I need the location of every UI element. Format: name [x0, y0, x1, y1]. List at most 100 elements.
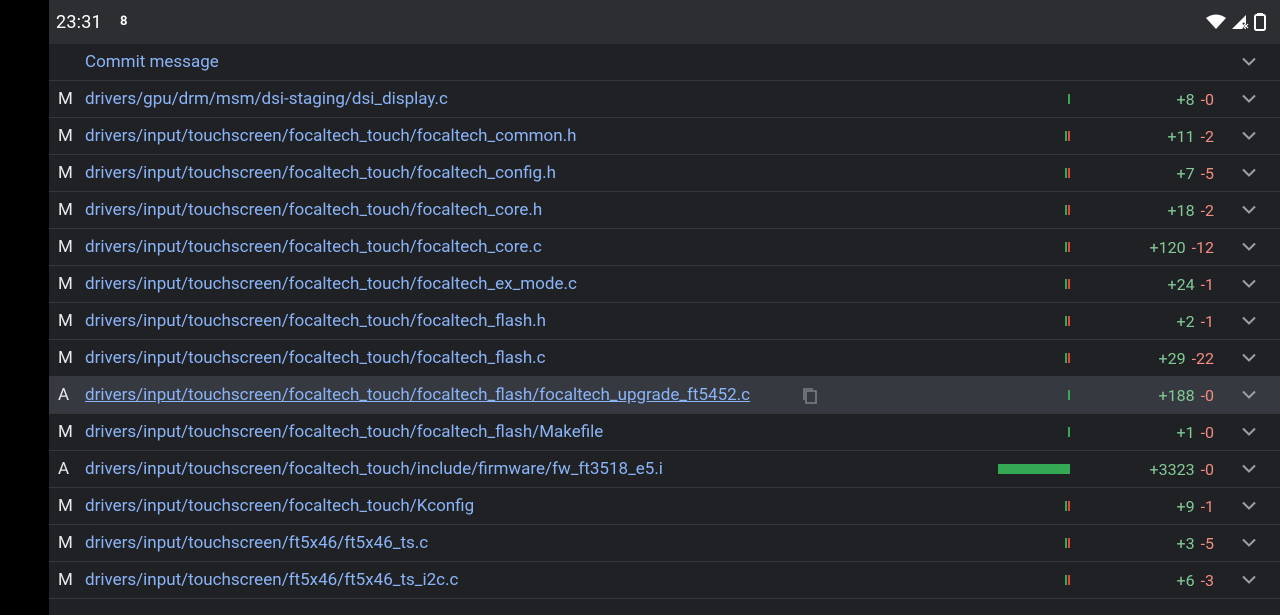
- additions-count: +120: [1149, 237, 1186, 257]
- diff-stats: +2 -1: [1089, 311, 1215, 331]
- chevron-down-icon[interactable]: [1242, 353, 1256, 363]
- diff-bar-added: [998, 464, 1070, 474]
- chevron-down-icon[interactable]: [1242, 427, 1256, 437]
- file-row[interactable]: Adrivers/input/touchscreen/focaltech_tou…: [49, 451, 1280, 488]
- file-list: Mdrivers/gpu/drm/msm/dsi-staging/dsi_dis…: [49, 81, 1280, 599]
- diff-bar-removed: [1068, 131, 1070, 141]
- diff-stats: +7 -5: [1089, 163, 1215, 183]
- diff-bar-removed: [1068, 205, 1070, 215]
- diff-bar: [1068, 94, 1070, 104]
- file-row[interactable]: Mdrivers/input/touchscreen/ft5x46/ft5x46…: [49, 525, 1280, 562]
- battery-icon: [1254, 13, 1266, 31]
- file-path-link[interactable]: drivers/input/touchscreen/focaltech_touc…: [85, 163, 556, 183]
- additions-count: +29: [1158, 348, 1186, 368]
- wifi-icon: [1206, 14, 1226, 29]
- diff-bar: [1065, 538, 1070, 548]
- file-row[interactable]: Mdrivers/input/touchscreen/focaltech_tou…: [49, 303, 1280, 340]
- file-row[interactable]: Mdrivers/input/touchscreen/focaltech_tou…: [49, 414, 1280, 451]
- diff-bar-removed: [1068, 353, 1070, 363]
- file-path-link[interactable]: drivers/input/touchscreen/ft5x46/ft5x46_…: [85, 533, 428, 553]
- diff-bar-added: [1065, 316, 1067, 326]
- chevron-down-icon[interactable]: [1242, 390, 1256, 400]
- chevron-down-icon[interactable]: [1242, 57, 1256, 67]
- diff-stats: +188 -0: [1089, 386, 1214, 405]
- chevron-down-icon[interactable]: [1242, 464, 1256, 474]
- deletions-count: -0: [1200, 385, 1214, 405]
- copy-icon[interactable]: [801, 387, 819, 405]
- additions-count: +8: [1176, 89, 1195, 109]
- file-path-link[interactable]: drivers/input/touchscreen/focaltech_touc…: [85, 200, 542, 220]
- diff-bar-added: [1065, 131, 1067, 141]
- diff-bar-added: [1065, 205, 1067, 215]
- commit-message-label: Commit message: [85, 52, 219, 72]
- file-path-link[interactable]: drivers/input/touchscreen/focaltech_touc…: [85, 385, 750, 405]
- chevron-down-icon[interactable]: [1242, 279, 1256, 289]
- file-path-link[interactable]: drivers/input/touchscreen/focaltech_touc…: [85, 126, 576, 146]
- diff-bar: [1065, 205, 1070, 215]
- file-path-link[interactable]: drivers/input/touchscreen/focaltech_touc…: [85, 496, 474, 516]
- file-row[interactable]: Mdrivers/input/touchscreen/focaltech_tou…: [49, 340, 1280, 377]
- deletions-count: -1: [1200, 311, 1214, 331]
- diff-stats: +9 -1: [1089, 497, 1215, 516]
- chevron-down-icon[interactable]: [1242, 501, 1256, 511]
- additions-count: +3: [1176, 533, 1195, 553]
- file-status: M: [58, 200, 73, 220]
- status-icons: [1206, 13, 1266, 31]
- chevron-down-icon[interactable]: [1242, 168, 1256, 178]
- diff-bar: [1068, 390, 1070, 400]
- file-status: A: [58, 459, 70, 479]
- chevron-down-icon[interactable]: [1242, 131, 1256, 141]
- signal-icon: [1232, 15, 1250, 30]
- chevron-down-icon[interactable]: [1242, 94, 1256, 104]
- diff-stats: +11 -2: [1089, 127, 1214, 146]
- additions-count: +7: [1176, 163, 1195, 183]
- diff-bar: [998, 464, 1070, 474]
- diff-bar-removed: [1068, 242, 1070, 252]
- file-path-link[interactable]: drivers/gpu/drm/msm/dsi-staging/dsi_disp…: [85, 89, 448, 109]
- file-row[interactable]: Mdrivers/input/touchscreen/focaltech_tou…: [49, 229, 1280, 266]
- diff-bar-removed: [1068, 501, 1070, 511]
- diff-stats: +29 -22: [1089, 349, 1214, 368]
- file-path-link[interactable]: drivers/input/touchscreen/focaltech_touc…: [85, 237, 542, 257]
- chevron-down-icon[interactable]: [1242, 538, 1256, 548]
- file-status: A: [58, 385, 70, 405]
- file-row[interactable]: Mdrivers/input/touchscreen/focaltech_tou…: [49, 118, 1280, 155]
- commit-message-row[interactable]: Commit message: [49, 44, 1280, 81]
- file-path-link[interactable]: drivers/input/touchscreen/focaltech_touc…: [85, 422, 603, 442]
- file-row[interactable]: Mdrivers/input/touchscreen/focaltech_tou…: [49, 488, 1280, 525]
- additions-count: +11: [1167, 126, 1195, 146]
- diff-bar: [1065, 242, 1070, 252]
- file-row[interactable]: Mdrivers/input/touchscreen/focaltech_tou…: [49, 266, 1280, 303]
- diff-bar-added: [1065, 279, 1067, 289]
- deletions-count: -0: [1200, 422, 1214, 442]
- file-path-link[interactable]: drivers/input/touchscreen/focaltech_touc…: [85, 348, 546, 368]
- diff-bar: [1065, 353, 1070, 363]
- diff-stats: +24 -1: [1089, 275, 1214, 294]
- file-status: M: [58, 237, 73, 257]
- chevron-down-icon[interactable]: [1242, 242, 1256, 252]
- file-status: M: [58, 570, 73, 590]
- diff-bar-added: [1065, 168, 1067, 178]
- diff-bar: [1065, 131, 1070, 141]
- diff-bar: [1065, 501, 1070, 511]
- chevron-down-icon[interactable]: [1242, 205, 1256, 215]
- additions-count: +3323: [1149, 459, 1195, 479]
- file-row[interactable]: Mdrivers/input/touchscreen/ft5x46/ft5x46…: [49, 562, 1280, 599]
- diff-bar-removed: [1068, 575, 1070, 585]
- file-path-link[interactable]: drivers/input/touchscreen/focaltech_touc…: [85, 459, 663, 479]
- diff-stats: +3 -5: [1089, 533, 1215, 553]
- file-row[interactable]: Adrivers/input/touchscreen/focaltech_tou…: [49, 377, 1280, 414]
- file-row[interactable]: Mdrivers/input/touchscreen/focaltech_tou…: [49, 155, 1280, 192]
- file-path-link[interactable]: drivers/input/touchscreen/focaltech_touc…: [85, 311, 546, 331]
- file-status: M: [58, 348, 73, 368]
- diff-stats: +6 -3: [1089, 570, 1215, 590]
- status-bar: 23:31 8: [49, 0, 1280, 44]
- chevron-down-icon[interactable]: [1242, 575, 1256, 585]
- file-path-link[interactable]: drivers/input/touchscreen/ft5x46/ft5x46_…: [85, 570, 458, 590]
- deletions-count: -3: [1200, 570, 1214, 590]
- file-row[interactable]: Mdrivers/gpu/drm/msm/dsi-staging/dsi_dis…: [49, 81, 1280, 118]
- chevron-down-icon[interactable]: [1242, 316, 1256, 326]
- diff-stats: +18 -2: [1089, 201, 1214, 220]
- file-row[interactable]: Mdrivers/input/touchscreen/focaltech_tou…: [49, 192, 1280, 229]
- file-path-link[interactable]: drivers/input/touchscreen/focaltech_touc…: [85, 274, 577, 294]
